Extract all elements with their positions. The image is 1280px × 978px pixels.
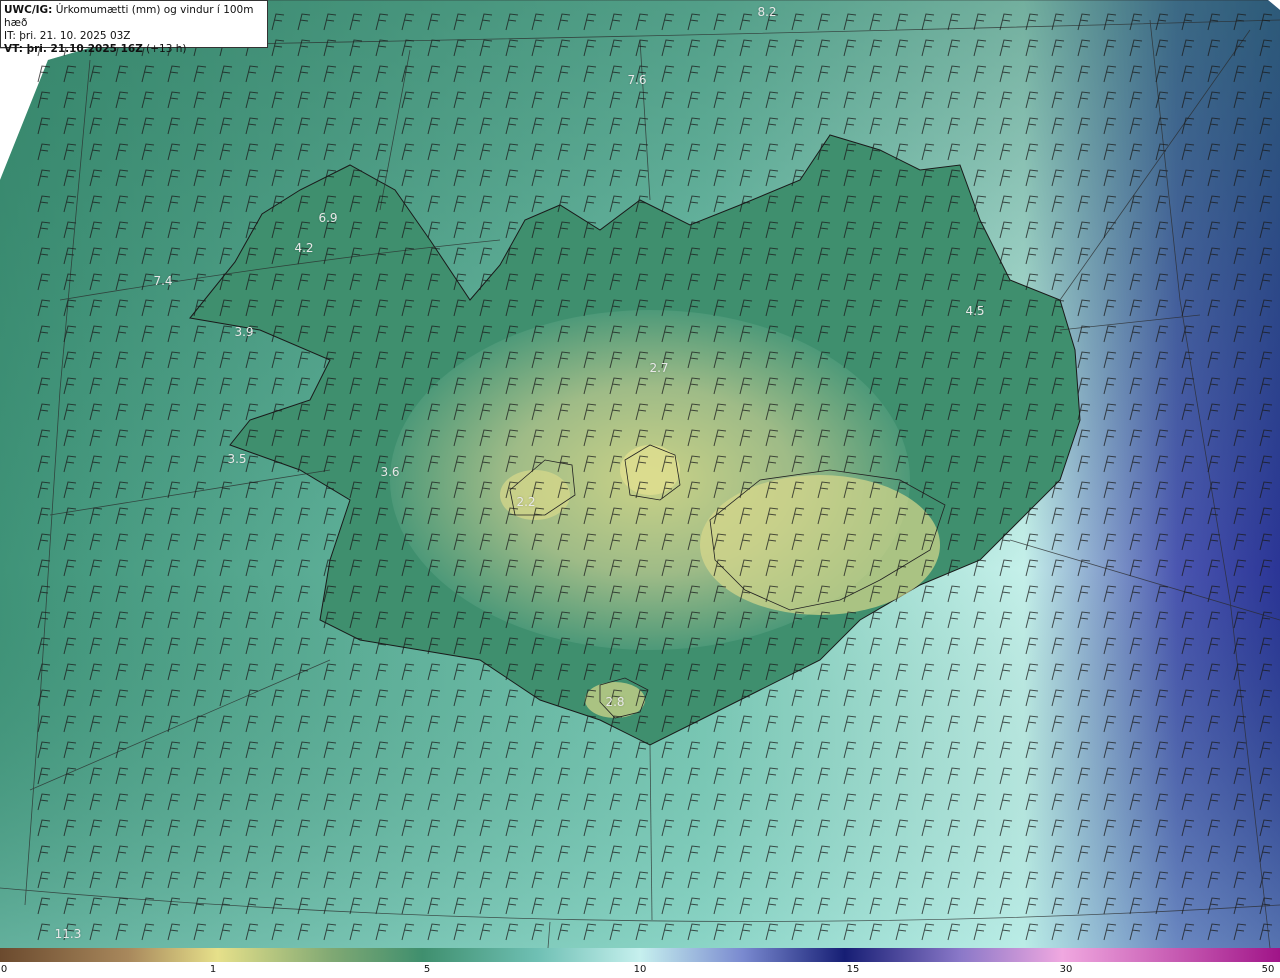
precipitation-map[interactable]: 8.2 7.6 6.9 4.2 7.4 3.9 3.5 3.6 2.7 2.2 … [0,0,1280,948]
lead-time: (+13 h) [146,43,187,55]
value-label: 7.4 [153,274,173,288]
product-code: UWC/IG: [4,4,53,16]
valid-time-value: VT: þri. 21.10.2025 16Z [4,43,143,55]
value-label: 3.6 [380,465,400,479]
colorbar-tick: 15 [846,964,860,975]
value-label: 2.7 [649,361,669,375]
colorbar-tick: 0 [0,964,8,975]
colorbar [0,948,1280,962]
init-time: IT: þri. 21. 10. 2025 03Z [4,30,131,42]
value-label: 2.2 [516,495,536,509]
value-label: 2.8 [605,695,625,709]
value-label: 3.9 [234,325,254,339]
colorbar-tick: 5 [423,964,431,975]
colorbar-tick: 10 [633,964,647,975]
colorbar-tick: 1 [209,964,217,975]
value-label: 4.5 [965,304,985,318]
map-info-box: UWC/IG: Úrkomumætti (mm) og vindur í 100… [0,0,268,55]
value-label: 8.2 [757,5,777,19]
value-label: 6.9 [318,211,338,225]
value-label: 11.3 [54,927,82,941]
colorbar-tick: 30 [1059,964,1073,975]
product-title: UWC/IG: Úrkomumætti (mm) og vindur í 100… [4,4,264,30]
colorbar-tick: 50 [1261,964,1275,975]
valid-time: VT: þri. 21.10.2025 16Z (+13 h) [4,43,264,56]
map-canvas [0,0,1280,948]
value-label: 7.6 [627,73,647,87]
value-label: 4.2 [294,241,314,255]
value-label: 3.5 [227,452,247,466]
